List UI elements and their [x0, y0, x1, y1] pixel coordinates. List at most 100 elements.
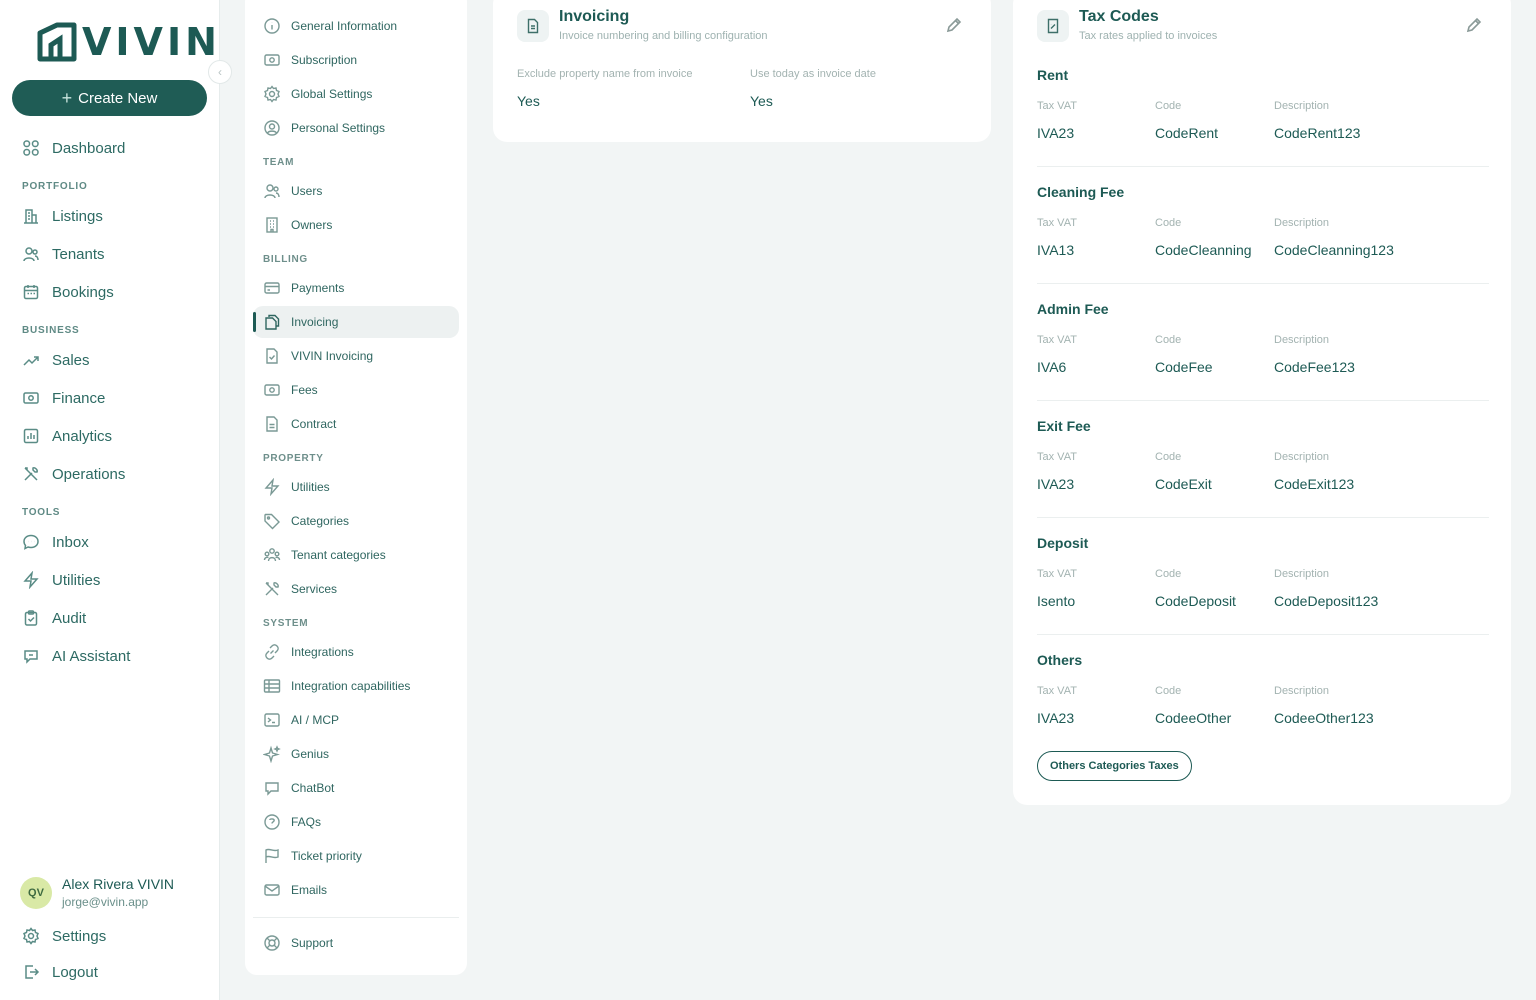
tax-code-label: Code	[1155, 451, 1182, 463]
settings-item-label: AI / MCP	[291, 713, 340, 727]
field-label-exclude-property: Exclude property name from invoice	[517, 68, 693, 80]
invoicing-subtitle: Invoice numbering and billing configurat…	[559, 30, 768, 42]
settings-item-personal-settings[interactable]: Personal Settings	[263, 119, 385, 137]
chat-icon	[265, 782, 279, 796]
settings-item-emails[interactable]: Emails	[263, 881, 327, 899]
user-profile[interactable]: QV Alex Rivera VIVIN jorge@vivin.app	[20, 876, 174, 909]
settings-item-users[interactable]: Users	[263, 182, 322, 200]
nav-finance[interactable]: Finance	[22, 389, 105, 407]
tax-vat-label: Tax VAT	[1037, 217, 1077, 229]
tax-code-label: Code	[1155, 334, 1182, 346]
settings-item-global-settings[interactable]: Global Settings	[263, 85, 372, 103]
settings-item-contract[interactable]: Contract	[263, 415, 336, 433]
user-email: jorge@vivin.app	[62, 895, 149, 909]
tax-code-value: CodeeOther	[1155, 710, 1232, 726]
lightning-icon	[264, 478, 280, 496]
nav-listings[interactable]: Listings	[22, 207, 103, 225]
settings-item-integrations[interactable]: Integrations	[263, 643, 354, 661]
settings-item-label: Genius	[291, 747, 330, 761]
settings-item-faqs[interactable]: FAQs	[263, 813, 321, 831]
tax-codes-edit-button[interactable]	[1465, 16, 1483, 34]
table-icon	[263, 679, 281, 693]
nav-utilities-label: Utilities	[52, 571, 101, 589]
settings-item-owners[interactable]: Owners	[263, 216, 332, 234]
nav-sales-label: Sales	[52, 351, 90, 369]
invoicing-edit-button[interactable]	[945, 16, 963, 34]
others-categories-taxes-button[interactable]: Others Categories Taxes	[1037, 751, 1192, 781]
settings-item-integration-capabilities[interactable]: Integration capabilities	[263, 677, 410, 695]
nav-audit[interactable]: Audit	[22, 609, 86, 627]
nav-inbox[interactable]: Inbox	[22, 533, 89, 551]
nav-logout-label: Logout	[52, 963, 98, 981]
info-icon	[264, 18, 280, 34]
building-icon	[24, 209, 38, 224]
grid-icon	[23, 140, 39, 156]
settings-item-services[interactable]: Services	[263, 580, 337, 598]
tax-description-value: CodeeOther123	[1274, 710, 1374, 726]
tax-description-value: CodeExit123	[1274, 476, 1355, 492]
settings-item-ticket-priority[interactable]: Ticket priority	[263, 847, 362, 865]
settings-item-ai-mcp[interactable]: AI / MCP	[263, 711, 339, 729]
tax-code-value: CodeFee	[1155, 359, 1213, 375]
settings-item-utilities[interactable]: Utilities	[263, 478, 330, 496]
users-icon	[23, 247, 39, 262]
nav-bookings[interactable]: Bookings	[22, 283, 114, 301]
tax-vat-label: Tax VAT	[1037, 451, 1077, 463]
invoicing-title: Invoicing	[559, 8, 630, 25]
nav-dashboard[interactable]: Dashboard	[22, 139, 125, 157]
settings-item-label: General Information	[291, 19, 398, 33]
nav-bookings-label: Bookings	[52, 283, 114, 301]
settings-item-label: Ticket priority	[291, 849, 362, 863]
settings-item-tenant-categories[interactable]: Tenant categories	[263, 546, 386, 564]
tax-description-value: CodeRent123	[1274, 125, 1361, 141]
nav-settings[interactable]: Settings	[22, 927, 106, 945]
tax-code-value: CodeDeposit	[1155, 593, 1236, 609]
settings-item-label: Global Settings	[291, 87, 373, 101]
tax-description-label: Description	[1274, 100, 1330, 112]
trending-up-icon	[23, 356, 39, 366]
tax-group-divider	[1037, 517, 1489, 518]
tax-vat-label: Tax VAT	[1037, 100, 1077, 112]
settings-section-system: SYSTEM	[263, 618, 309, 629]
tax-vat-value: IVA6	[1037, 359, 1067, 375]
settings-item-vivin-invoicing[interactable]: VIVIN Invoicing	[263, 347, 373, 365]
tax-group-title: Cleaning Fee	[1037, 184, 1125, 200]
create-new-button[interactable]: + Create New	[12, 80, 207, 116]
nav-utilities[interactable]: Utilities	[22, 571, 100, 589]
nav-logout[interactable]: Logout	[22, 963, 98, 981]
tax-vat-label: Tax VAT	[1037, 334, 1077, 346]
nav-tenants[interactable]: Tenants	[22, 245, 105, 263]
settings-item-categories[interactable]: Categories	[263, 512, 349, 530]
lifebuoy-icon	[264, 935, 280, 951]
tax-group-divider	[1037, 634, 1489, 635]
settings-item-payments[interactable]: Payments	[263, 279, 344, 297]
settings-item-support[interactable]: Support	[263, 934, 333, 952]
tax-group-title: Rent	[1037, 67, 1069, 83]
nav-ai-assistant[interactable]: AI Assistant	[22, 647, 130, 665]
vivin-logo[interactable]: VIVIN	[36, 20, 221, 64]
tax-description-label: Description	[1274, 451, 1330, 463]
settings-item-label: Invoicing	[291, 315, 339, 329]
tax-code-value: CodeExit	[1155, 476, 1212, 492]
nav-operations[interactable]: Operations	[22, 465, 125, 483]
tax-description-label: Description	[1274, 217, 1330, 229]
tax-vat-value: Isento	[1037, 593, 1076, 609]
gear-icon	[264, 85, 280, 103]
settings-item-chatbot[interactable]: ChatBot	[263, 779, 334, 797]
settings-item-fees[interactable]: Fees	[263, 381, 318, 399]
tax-code-value: CodeCleanning	[1155, 242, 1252, 258]
chat-bubble-icon	[23, 534, 39, 550]
settings-item-invoicing[interactable]: Invoicing	[263, 313, 338, 331]
settings-item-subscription[interactable]: Subscription	[263, 51, 357, 69]
tools-icon	[24, 467, 38, 481]
collapse-sidebar-button[interactable]: ‹	[208, 60, 232, 84]
settings-item-general-information[interactable]: General Information	[263, 17, 397, 35]
settings-item-label: Fees	[291, 383, 318, 397]
nav-analytics[interactable]: Analytics	[22, 427, 112, 445]
nav-section-portfolio: PORTFOLIO	[22, 181, 88, 192]
settings-item-genius[interactable]: Genius	[263, 745, 329, 763]
settings-item-label: Support	[291, 936, 334, 950]
settings-item-label: FAQs	[291, 815, 322, 829]
user-name: Alex Rivera VIVIN	[62, 876, 175, 892]
nav-sales[interactable]: Sales	[22, 351, 90, 369]
